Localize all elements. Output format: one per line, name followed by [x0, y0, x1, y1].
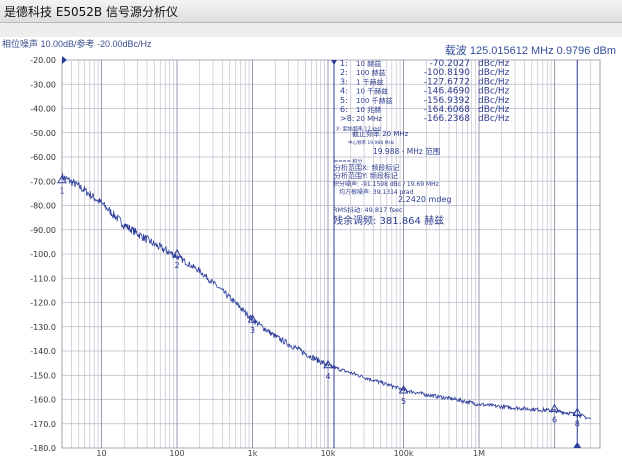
marker-label: 6 — [552, 416, 557, 425]
analysis-rms-deg: 2.2420 mdeg — [398, 195, 451, 204]
trace-header-scale: 相位噪声 10.00dB/参考 -20.00dBc/Hz — [2, 39, 152, 49]
marker-row-freq: 100 千赫兹 — [356, 96, 393, 105]
marker-row-freq: 10 兆赫 — [356, 105, 381, 114]
y-tick-label: -100.0 — [30, 250, 56, 259]
y-tick-label: -170.0 — [30, 420, 56, 429]
analysis-range-x: 分析范围X: 频段标记 — [334, 163, 399, 172]
analysis-range-y: 分析范围Y: 频段标记 — [334, 171, 398, 180]
marker-label: 1 — [59, 187, 64, 196]
y-tick-label: -20.00 — [30, 56, 56, 65]
marker-label: 5 — [401, 397, 406, 406]
x-tick-label: 100k — [394, 449, 414, 458]
x-tick-label: 10k — [321, 449, 336, 458]
analysis-residual-fm: 残余调频: 381.864 赫兹 — [333, 214, 444, 227]
y-tick-label: -40.00 — [30, 105, 56, 114]
toolbar-strip — [0, 23, 622, 37]
analysis-integrated-noise: 积分噪声: -91.1598 dBc / 19.69 MHz — [333, 180, 439, 188]
marker-row-freq: 100 赫兹 — [356, 68, 386, 77]
y-tick-label: -30.00 — [30, 80, 56, 89]
marker-row-num: 4: — [340, 87, 348, 96]
marker-row-freq: 1 千赫兹 — [356, 77, 384, 86]
marker-label: 8 — [575, 420, 580, 429]
marker-label: 4 — [325, 372, 330, 381]
analysis-stop-freq: 截止频率 20 MHz — [352, 129, 409, 138]
y-tick-label: -140.0 — [30, 347, 56, 356]
x-tick-label: 1k — [248, 449, 258, 458]
marker-label: 2 — [174, 261, 179, 270]
y-tick-label: -70.00 — [30, 177, 56, 186]
y-tick-label: -180.0 — [30, 444, 56, 453]
x-tick-label: 100 — [169, 449, 184, 458]
marker-row-value: -166.2368 — [424, 114, 470, 124]
marker-label: 3 — [250, 326, 255, 335]
phase-noise-chart: -20.00 -30.00 -40.00 -50.00 -60.00 -70.00 -80.… — [30, 56, 601, 458]
title-bar: 是德科技 E5052B 信号源分析仪 — [0, 0, 622, 23]
marker-row-num: 2: — [340, 68, 348, 77]
y-tick-label: -150.0 — [30, 371, 56, 380]
marker-row-num: 6: — [340, 105, 348, 114]
marker-row-freq: 10 千赫兹 — [356, 87, 388, 96]
marker-row-freq: 20 MHz — [356, 115, 382, 123]
y-tick-label: -60.00 — [30, 153, 56, 162]
y-tick-label: -120.0 — [30, 299, 56, 308]
marker-row-unit: dBc/Hz — [478, 114, 510, 124]
x-tick-label: 1M — [473, 449, 485, 458]
marker-row-num: 1: — [340, 59, 348, 68]
marker-row-num: >8: — [340, 114, 355, 123]
y-tick-label: -160.0 — [30, 396, 56, 405]
marker-row-freq: 10 赫兹 — [356, 59, 381, 68]
marker-row-num: 3: — [340, 77, 348, 86]
window-title: 是德科技 E5052B 信号源分析仪 — [4, 5, 178, 19]
y-tick-label: -90.00 — [30, 226, 56, 235]
y-tick-labels: -20.00 -30.00 -40.00 -50.00 -60.00 -70.00 -80.… — [30, 56, 67, 453]
analysis-center: 中心频率 19.988 MHz — [348, 139, 395, 146]
grid — [61, 59, 601, 449]
y-tick-label: -50.00 — [30, 129, 56, 138]
y-tick-label: -110.0 — [30, 274, 56, 283]
y-tick-label: -130.0 — [30, 323, 56, 332]
analysis-rms-jitter: RMS抖动: 49.817 fsec — [333, 205, 403, 214]
analysis-range: 19.988 - MHz 范围 — [373, 146, 440, 156]
y-tick-label: -80.00 — [30, 202, 56, 211]
phase-noise-plot: -20.00 -30.00 -40.00 -50.00 -60.00 -70.00 -80.… — [0, 52, 622, 464]
x-tick-label: 10 — [96, 449, 106, 458]
x-tick-labels: 10 100 1k 10k 100k 1M — [96, 449, 485, 458]
marker-row-num: 5: — [340, 96, 348, 105]
